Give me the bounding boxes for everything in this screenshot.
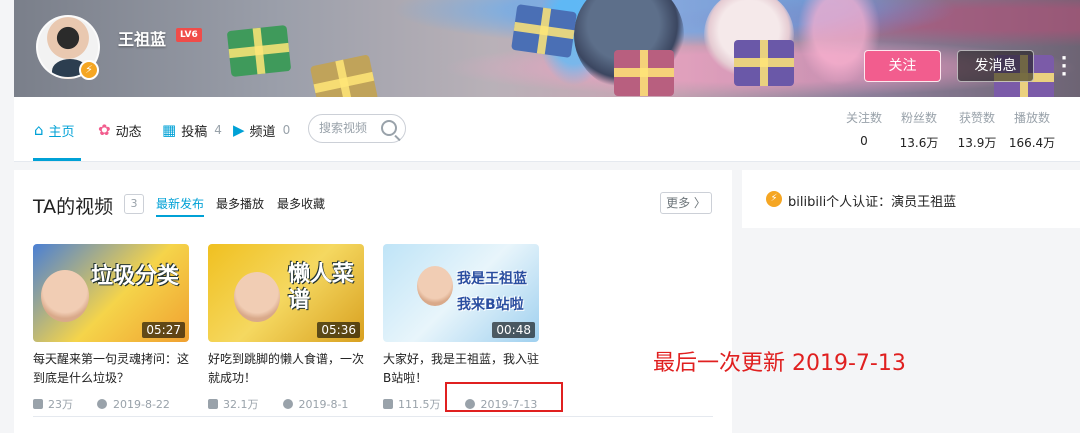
tab-uploads[interactable]: ▦ 投稿 4	[162, 119, 222, 141]
stat-likes: 获赞数 13.9万	[957, 111, 997, 150]
level-badge: LV6	[176, 28, 202, 42]
gift-box-art	[614, 50, 674, 96]
more-button[interactable]: 更多 〉	[660, 192, 712, 214]
more-options-icon[interactable]: · · ·	[1058, 50, 1070, 84]
clock-icon	[97, 399, 107, 409]
stat-following[interactable]: 关注数 0	[839, 109, 889, 148]
certification-text: bilibili个人认证：演员王祖蓝	[788, 195, 957, 210]
profile-banner	[14, 0, 1080, 97]
active-tab-indicator	[33, 158, 81, 161]
video-duration: 05:27	[142, 322, 185, 338]
dynamics-icon: ✿	[98, 120, 111, 139]
videos-section: TA的视频 3 最新发布 最多播放 最多收藏 更多 〉 垃圾分类 05:27 每…	[14, 170, 732, 433]
video-thumbnail[interactable]: 我是王祖蓝 我来B站啦 00:48	[383, 244, 539, 342]
play-count-icon	[33, 399, 43, 409]
verified-icon: ⚡	[766, 191, 782, 207]
search-input[interactable]: 搜索视频	[308, 114, 406, 143]
video-meta: 23万 2019-8-22	[33, 396, 193, 412]
stat-plays: 播放数 166.4万	[1008, 111, 1056, 150]
certification-panel: ⚡ bilibili个人认证：演员王祖蓝	[742, 170, 1080, 228]
uploads-icon: ▦	[162, 120, 177, 139]
thumbnail-text: 我是王祖蓝 我来B站啦	[457, 271, 527, 313]
active-sort-indicator	[156, 215, 204, 217]
follow-button[interactable]: 关注	[864, 50, 941, 82]
sort-most-played[interactable]: 最多播放	[216, 195, 264, 212]
video-card[interactable]: 懒人菜谱 05:36 好吃到跳脚的懒人食谱，一次就成功！ 32.1万 2019-…	[208, 244, 368, 412]
profile-nav: ⌂ 主页 ✿ 动态 ▦ 投稿 4 ▶ 频道 0 搜索视频 关注数 0 粉丝数 1…	[14, 97, 1080, 162]
video-title[interactable]: 好吃到跳脚的懒人食谱，一次就成功！	[208, 350, 366, 388]
gift-box-art	[734, 40, 794, 86]
thumbnail-text: 懒人菜谱	[288, 262, 355, 313]
video-duration: 05:36	[317, 322, 360, 338]
gift-box-art	[511, 4, 577, 58]
thumbnail-text: 垃圾分类	[91, 264, 180, 289]
message-button[interactable]: 发消息	[957, 50, 1034, 82]
stat-followers[interactable]: 粉丝数 13.6万	[894, 109, 944, 151]
verified-badge-icon: ⚡	[79, 60, 99, 80]
video-card[interactable]: 垃圾分类 05:27 每天醒来第一句灵魂拷问：这到底是什么垃圾？ 23万 201…	[33, 244, 193, 412]
video-title[interactable]: 每天醒来第一句灵魂拷问：这到底是什么垃圾？	[33, 350, 191, 388]
tab-home[interactable]: ⌂ 主页	[34, 119, 75, 141]
play-count-icon	[208, 399, 218, 409]
video-thumbnail[interactable]: 垃圾分类 05:27	[33, 244, 189, 342]
search-icon[interactable]	[381, 120, 397, 136]
highlight-box	[445, 382, 563, 412]
home-icon: ⌂	[34, 120, 44, 139]
sort-latest[interactable]: 最新发布	[156, 195, 204, 212]
video-duration: 00:48	[492, 322, 535, 338]
gift-box-art	[226, 24, 292, 78]
username: 王祖蓝	[118, 30, 167, 49]
channel-icon: ▶	[233, 120, 245, 139]
divider	[33, 416, 713, 417]
section-title: TA的视频	[33, 196, 114, 218]
video-meta: 32.1万 2019-8-1	[208, 396, 368, 412]
tab-channels[interactable]: ▶ 频道 0	[233, 119, 290, 141]
gift-box-art	[309, 54, 379, 97]
tab-dynamics[interactable]: ✿ 动态	[98, 119, 142, 141]
video-thumbnail[interactable]: 懒人菜谱 05:36	[208, 244, 364, 342]
play-count-icon	[383, 399, 393, 409]
video-count-badge: 3	[124, 194, 144, 214]
clock-icon	[282, 399, 293, 409]
annotation-text: 最后一次更新 2019-7-13	[653, 351, 906, 376]
sort-most-favorited[interactable]: 最多收藏	[277, 195, 325, 212]
